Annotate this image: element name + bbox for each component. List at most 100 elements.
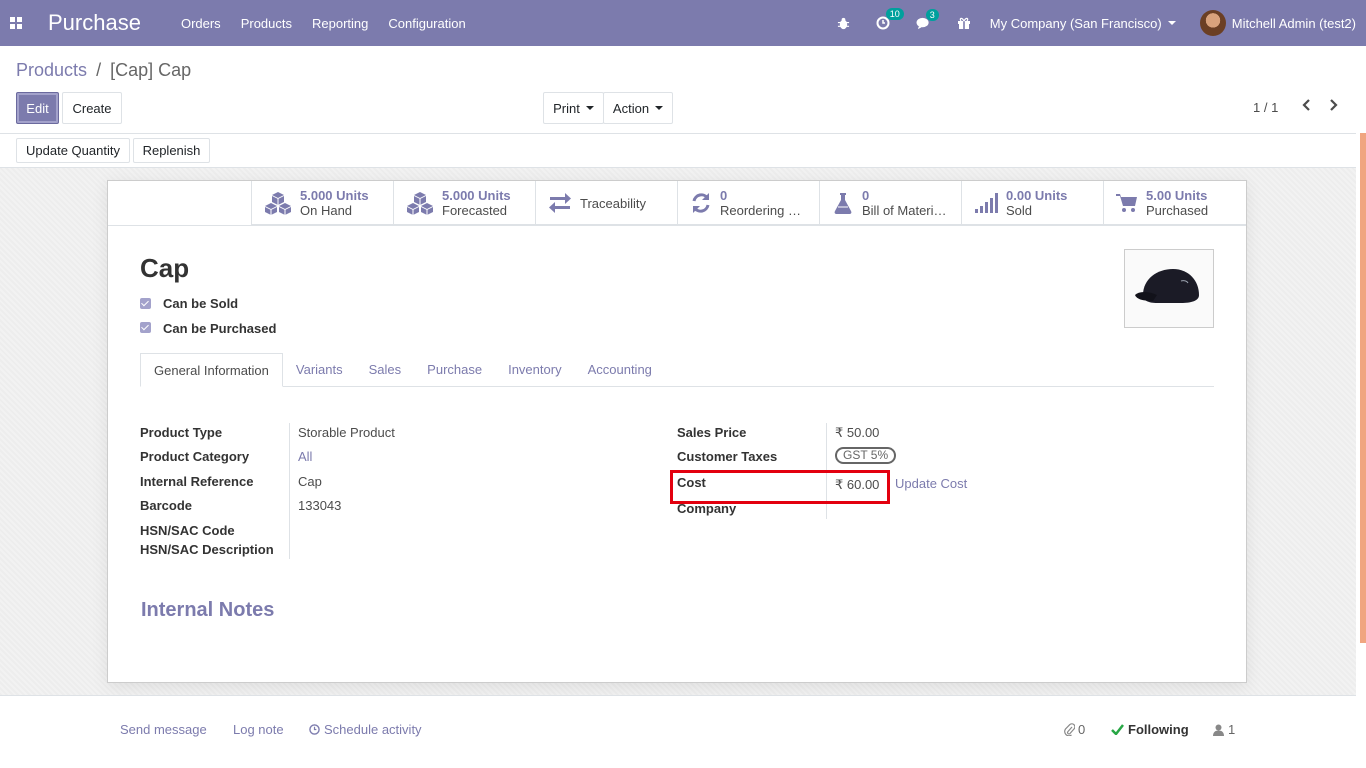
on-hand-button[interactable]: 5.000 Units On Hand: [251, 181, 393, 225]
tab-purchase[interactable]: Purchase: [414, 353, 495, 387]
cap-image-icon: [1135, 268, 1199, 303]
sales-price-field[interactable]: ₹ 50.00: [835, 425, 879, 441]
product-image[interactable]: [1124, 249, 1214, 328]
print-label: Print: [553, 100, 580, 116]
product-category-field[interactable]: All: [298, 449, 312, 464]
internal-reference-label: Internal Reference: [140, 474, 254, 489]
reordering-rules-button[interactable]: 0 Reordering Rules: [677, 181, 819, 225]
chevron-down-icon: [655, 106, 664, 110]
field-separator: [289, 423, 290, 559]
scrollbar[interactable]: [1360, 133, 1366, 643]
sold-button[interactable]: 0.00 Units Sold: [961, 181, 1103, 225]
bom-value: 0: [862, 188, 870, 203]
forecasted-value: 5.000 Units: [442, 188, 511, 203]
shopping-cart-icon: [1116, 194, 1137, 212]
menu-products[interactable]: Products: [241, 16, 292, 31]
debug-bug-icon[interactable]: [837, 17, 850, 30]
cost-highlight-box: [670, 470, 890, 504]
traceability-label: Traceability: [580, 195, 646, 211]
traceability-button[interactable]: Traceability: [535, 181, 677, 225]
on-hand-label: On Hand: [300, 203, 353, 218]
can-be-purchased-label: Can be Purchased: [163, 321, 277, 336]
action-dropdown[interactable]: Action: [603, 92, 673, 124]
product-type-label: Product Type: [140, 425, 223, 440]
reordering-label: Reordering Rules: [720, 203, 806, 218]
followers-button[interactable]: 1: [1213, 722, 1235, 737]
print-dropdown[interactable]: Print: [543, 92, 604, 124]
messages-icon[interactable]: 3: [916, 8, 939, 30]
tab-sales[interactable]: Sales: [356, 353, 415, 387]
can-be-sold-label: Can be Sold: [163, 296, 239, 311]
log-note-button[interactable]: Log note: [233, 722, 284, 737]
bill-of-materials-button[interactable]: 0 Bill of Materials: [819, 181, 961, 225]
company-switcher[interactable]: My Company (San Francisco): [990, 16, 1176, 31]
notebook-tabs: General Information Variants Sales Purch…: [140, 353, 1214, 387]
tab-general-information[interactable]: General Information: [140, 353, 283, 387]
purchased-label: Purchased: [1146, 203, 1209, 218]
send-message-button[interactable]: Send message: [120, 722, 207, 737]
check-icon: [1111, 724, 1124, 735]
button-box-divider: [108, 225, 1246, 226]
apps-menu-icon[interactable]: [0, 0, 32, 46]
smart-button-box: 5.000 Units On Hand 5.000 Units Forecast…: [251, 181, 1246, 225]
forecasted-button[interactable]: 5.000 Units Forecasted: [393, 181, 535, 225]
can-be-sold-checkbox[interactable]: [140, 298, 151, 309]
barcode-label: Barcode: [140, 498, 193, 513]
following-button[interactable]: Following: [1111, 722, 1189, 737]
breadcrumb-products[interactable]: Products: [16, 60, 87, 80]
forecasted-label: Forecasted: [442, 203, 508, 218]
refresh-icon: [692, 193, 710, 213]
user-name: Mitchell Admin (test2): [1231, 15, 1356, 31]
pager-value[interactable]: 1 / 1: [1253, 100, 1278, 115]
edit-button[interactable]: Edit: [16, 92, 59, 124]
user-menu[interactable]: Mitchell Admin (test2): [1199, 10, 1356, 36]
schedule-activity-button[interactable]: Schedule activity: [309, 722, 422, 737]
app-name[interactable]: Purchase: [48, 10, 141, 36]
chevron-down-icon: [1167, 21, 1176, 25]
create-button[interactable]: Create: [62, 92, 122, 124]
action-label: Action: [612, 100, 650, 116]
reordering-value: 0: [720, 188, 728, 203]
update-cost-button[interactable]: Update Cost: [895, 476, 967, 491]
attachments-count: 0: [1078, 722, 1086, 737]
replenish-button[interactable]: Replenish: [133, 138, 210, 163]
pager-previous-icon[interactable]: [1301, 98, 1311, 117]
activity-count-badge: 10: [885, 8, 904, 20]
chevron-down-icon: [585, 106, 594, 110]
internal-reference-field[interactable]: Cap: [298, 474, 322, 489]
top-navbar: Purchase Orders Products Reporting Confi…: [0, 0, 1366, 46]
purchased-button[interactable]: 5.00 Units Purchased: [1103, 181, 1245, 225]
avatar: [1199, 10, 1226, 36]
activity-clock-icon[interactable]: 10: [876, 8, 904, 30]
barcode-field[interactable]: 133043: [298, 498, 341, 513]
gift-icon[interactable]: [957, 16, 971, 30]
update-quantity-button[interactable]: Update Quantity: [16, 138, 130, 163]
tax-tag[interactable]: GST 5%: [835, 447, 897, 464]
chatter: Send message Log note Schedule activity …: [0, 695, 1356, 768]
menu-configuration[interactable]: Configuration: [388, 16, 465, 31]
product-type-field[interactable]: Storable Product: [298, 425, 395, 440]
on-hand-value: 5.000 Units: [300, 188, 369, 203]
signal-bars-icon: [975, 193, 998, 213]
cubes-icon: [265, 192, 291, 215]
tab-inventory[interactable]: Inventory: [495, 353, 574, 387]
sold-label: Sold: [1006, 203, 1033, 218]
breadcrumb: Products / [Cap] Cap: [16, 60, 191, 81]
schedule-activity-label: Schedule activity: [324, 722, 422, 737]
product-name[interactable]: Cap: [140, 253, 189, 284]
product-category-label: Product Category: [140, 449, 250, 464]
clock-icon: [309, 724, 320, 735]
followers-count: 1: [1228, 722, 1236, 737]
tab-accounting[interactable]: Accounting: [575, 353, 665, 387]
hsn-code-label: HSN/SAC Code: [140, 523, 235, 538]
user-icon: [1213, 724, 1224, 736]
tab-variants[interactable]: Variants: [283, 353, 356, 387]
pager-next-icon[interactable]: [1329, 98, 1339, 117]
breadcrumb-current: [Cap] Cap: [110, 60, 192, 80]
menu-orders[interactable]: Orders: [181, 16, 221, 31]
attachments-button[interactable]: 0: [1064, 722, 1085, 737]
can-be-purchased-checkbox[interactable]: [140, 322, 151, 333]
menu-reporting[interactable]: Reporting: [312, 16, 368, 31]
paperclip-icon: [1064, 723, 1075, 736]
form-sheet: 5.000 Units On Hand 5.000 Units Forecast…: [107, 180, 1247, 683]
